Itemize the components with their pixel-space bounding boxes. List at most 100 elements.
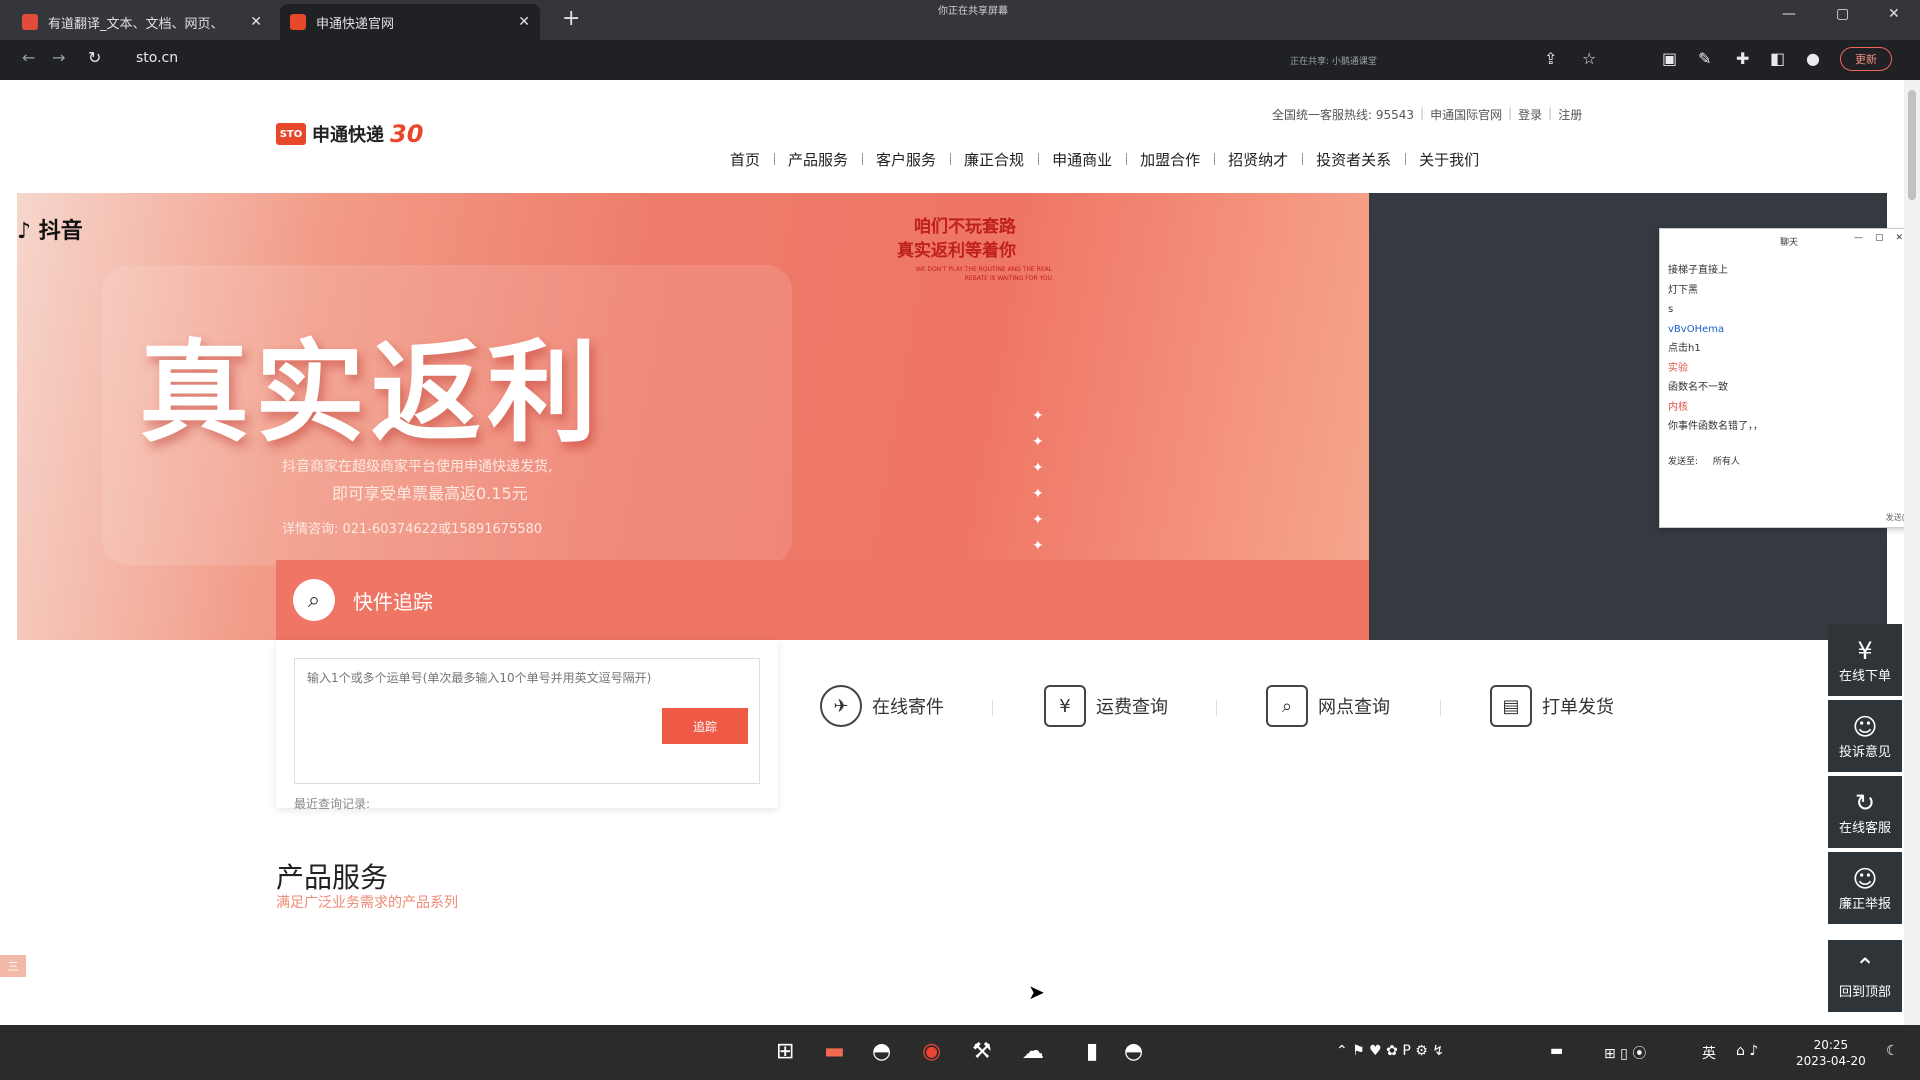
- maximize-icon[interactable]: ▢: [1836, 6, 1849, 22]
- tray-icon[interactable]: ⌃ ⚑ ♥ ✿ P ⚙ ↯: [1336, 1043, 1444, 1059]
- float-back-to-top[interactable]: ⌃ 回到顶部: [1828, 940, 1902, 1012]
- tiktok-logo: ♪ 抖音: [17, 219, 83, 244]
- chat-messages: 接梯子直接上 灯下黑 s vBvOHema 点击h1 实验 函数名不一致 内核 …: [1668, 261, 1763, 437]
- tab-bar: 有道翻译_文本、文档、网页、 ✕ 申通快递官网 ✕ + 你正在共享屏幕 — ▢ …: [0, 0, 1920, 40]
- tab-title: 有道翻译_文本、文档、网页、: [48, 16, 224, 32]
- network-volume-icon[interactable]: ⌂ ♪: [1736, 1043, 1758, 1059]
- app-icon[interactable]: ◓: [872, 1039, 891, 1064]
- hotline-text: 全国统一客服热线: 95543: [1272, 108, 1415, 122]
- app-icon[interactable]: ☁: [1022, 1039, 1044, 1064]
- float-report[interactable]: ☺ 廉正举报: [1828, 852, 1902, 924]
- chat-window[interactable]: 聊天 —▢✕ 接梯子直接上 灯下黑 s vBvOHema 点击h1 实验 函数名…: [1659, 228, 1920, 528]
- nav-home[interactable]: 首页: [716, 149, 774, 170]
- tray-icon[interactable]: ▬: [1550, 1043, 1563, 1059]
- nav-compliance[interactable]: 廉正合规: [950, 149, 1038, 170]
- extension-icon[interactable]: ✎: [1698, 49, 1711, 68]
- nav-customer-service[interactable]: 客户服务: [862, 149, 950, 170]
- logo-name: 申通快递: [312, 125, 384, 146]
- nav-about[interactable]: 关于我们: [1405, 149, 1493, 170]
- puzzle-icon[interactable]: ✚: [1736, 49, 1749, 68]
- back-icon[interactable]: ←: [22, 48, 35, 67]
- reload-icon[interactable]: ↻: [88, 48, 101, 67]
- tab-youdao[interactable]: 有道翻译_文本、文档、网页、 ✕: [12, 4, 272, 40]
- intl-site-link[interactable]: 申通国际官网: [1430, 106, 1502, 123]
- register-link[interactable]: 注册: [1558, 106, 1582, 123]
- app-icon[interactable]: ⚒: [972, 1039, 992, 1064]
- file-explorer-icon[interactable]: ▬: [824, 1039, 845, 1064]
- float-complaint[interactable]: ☺ 投诉意见: [1828, 700, 1902, 772]
- update-button[interactable]: 更新: [1840, 47, 1892, 71]
- track-button[interactable]: 追踪: [662, 708, 748, 744]
- divider: [1440, 700, 1441, 716]
- chat-title: 聊天: [1780, 238, 1799, 248]
- location-search-icon: ⌕: [1266, 685, 1308, 727]
- tab-sto[interactable]: 申通快递官网 ✕: [280, 4, 540, 40]
- youdao-favicon-icon: [22, 14, 38, 30]
- tray-icon[interactable]: ⊞ ▯ ⦿: [1604, 1043, 1646, 1063]
- section-title: 产品服务: [276, 861, 389, 894]
- nav-products[interactable]: 产品服务: [774, 149, 862, 170]
- chat-message: 实验: [1668, 362, 1688, 374]
- chat-send-to[interactable]: 发送至: 所有人: [1668, 454, 1740, 467]
- chat-message: 你事件函数名错了，，: [1668, 421, 1763, 432]
- close-window-icon[interactable]: ✕: [1888, 6, 1900, 22]
- smile-icon: ☺: [1852, 712, 1878, 741]
- quick-outlet-query[interactable]: ⌕ 网点查询: [1266, 685, 1390, 727]
- search-icon: ⌕: [293, 579, 335, 621]
- banner-desc: 抖音商家在超级商家平台使用申通快递发货,: [282, 459, 553, 475]
- yuan-icon: ¥: [1857, 636, 1873, 665]
- forward-icon[interactable]: →: [52, 48, 65, 67]
- app-icon[interactable]: ◓: [1124, 1039, 1143, 1064]
- chat-message: 内核: [1668, 401, 1688, 413]
- start-icon[interactable]: ⊞: [776, 1039, 794, 1064]
- yuan-icon: ¥: [1044, 685, 1086, 727]
- headset-icon: ↻: [1854, 788, 1876, 817]
- banner-headline: 真实返利: [139, 329, 603, 457]
- tracking-panel: 追踪: [276, 640, 778, 808]
- page-scrollbar[interactable]: [1904, 80, 1920, 1025]
- nav-investors[interactable]: 投资者关系: [1302, 149, 1405, 170]
- site-logo[interactable]: STO 申通快递 30: [276, 120, 423, 148]
- tracking-header: ⌕ 快件追踪: [276, 560, 1369, 640]
- new-tab-button[interactable]: +: [562, 6, 580, 31]
- logo-anniversary: 30: [390, 120, 424, 148]
- side-panel-icon[interactable]: ◧: [1770, 49, 1785, 68]
- mouse-cursor-icon: ➤: [1028, 980, 1045, 1004]
- banner-desc: 即可享受单票最高返0.15元: [332, 484, 528, 503]
- windows-taskbar: ⊞ ▬ ◓ ◉ ⚒ ☁ ▮ ◓ ⌃ ⚑ ♥ ✿ P ⚙ ↯ ▬ ⊞ ▯ ⦿ 英 …: [0, 1025, 1920, 1080]
- share-icon[interactable]: ⇪: [1544, 49, 1557, 68]
- nav-careers[interactable]: 招贤纳才: [1214, 149, 1302, 170]
- ime-indicator[interactable]: 英: [1702, 1043, 1716, 1063]
- divider: [1216, 700, 1217, 716]
- login-link[interactable]: 登录: [1518, 106, 1542, 123]
- sidebar-toggle[interactable]: 三: [0, 955, 26, 977]
- quick-online-ship[interactable]: ✈ 在线寄件: [820, 685, 944, 727]
- browser-chrome: 有道翻译_文本、文档、网页、 ✕ 申通快递官网 ✕ + 你正在共享屏幕 — ▢ …: [0, 0, 1920, 80]
- minimize-icon[interactable]: —: [1782, 6, 1796, 22]
- recent-queries: 最近查询记录:: [294, 797, 371, 811]
- nav-business[interactable]: 申通商业: [1038, 149, 1126, 170]
- quick-print-ship[interactable]: ▤ 打单发货: [1490, 685, 1614, 727]
- bookmark-star-icon[interactable]: ☆: [1582, 49, 1596, 68]
- banner-slogan: 咱们不玩套路 真实返利等着你: [897, 217, 1016, 261]
- printer-icon: ▤: [1490, 685, 1532, 727]
- extension-icon[interactable]: ▣: [1662, 49, 1677, 68]
- screen-share-title: 你正在共享屏幕: [938, 6, 1008, 17]
- nav-franchise[interactable]: 加盟合作: [1126, 149, 1214, 170]
- notification-icon[interactable]: ☾: [1886, 1043, 1899, 1059]
- float-online-order[interactable]: ¥ 在线下单: [1828, 624, 1902, 696]
- banner-contact: 详情咨询: 021-60374622或15891675580: [282, 522, 543, 537]
- app-icon[interactable]: ▮: [1086, 1039, 1098, 1064]
- quick-freight-query[interactable]: ¥ 运费查询: [1044, 685, 1168, 727]
- sharing-notice: 正在共享: 小鹅通课堂: [1290, 57, 1377, 67]
- scrollbar-thumb[interactable]: [1908, 90, 1916, 200]
- profile-icon[interactable]: ●: [1806, 49, 1820, 68]
- close-tab-icon[interactable]: ✕: [250, 14, 262, 30]
- close-tab-icon[interactable]: ✕: [518, 14, 530, 30]
- address-bar-row: [0, 40, 1920, 80]
- clock[interactable]: 20:25 2023-04-20: [1796, 1037, 1866, 1069]
- float-online-service[interactable]: ↻ 在线客服: [1828, 776, 1902, 848]
- url-field[interactable]: sto.cn: [136, 50, 178, 66]
- smile-icon: ☺: [1852, 864, 1878, 893]
- chrome-icon[interactable]: ◉: [922, 1039, 941, 1064]
